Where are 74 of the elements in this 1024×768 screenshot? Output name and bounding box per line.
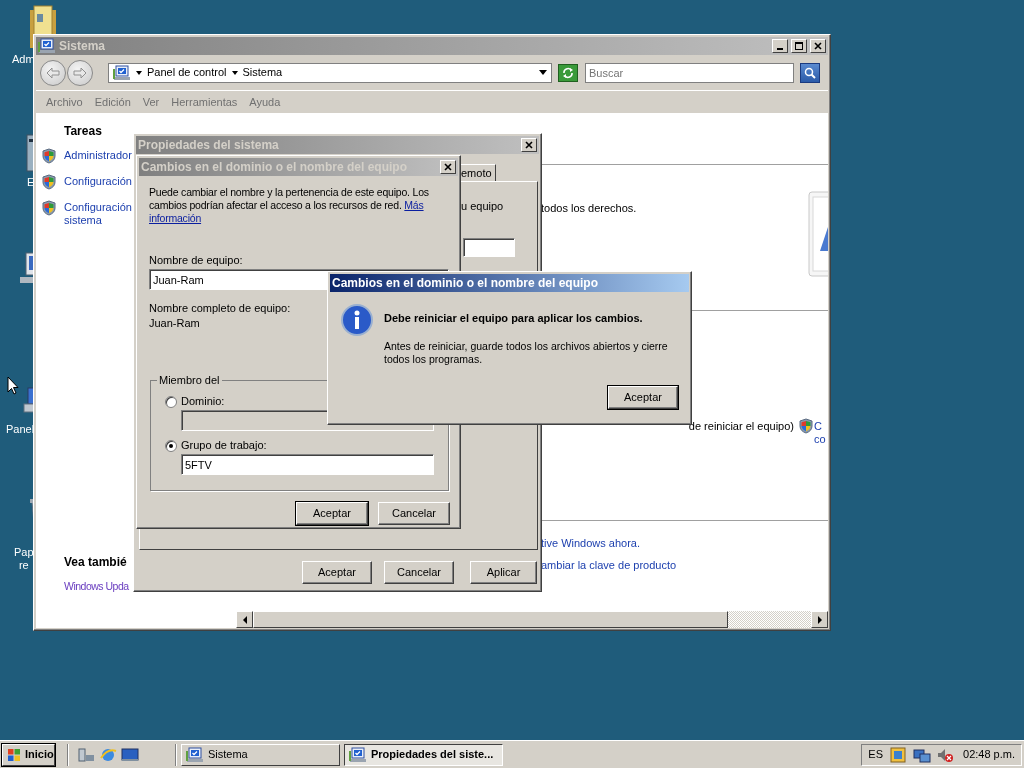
- change-settings-link[interactable]: C co: [814, 420, 826, 446]
- back-button[interactable]: [40, 59, 66, 86]
- horizontal-scrollbar[interactable]: [236, 611, 828, 628]
- description-text: u equipo: [461, 200, 504, 213]
- breadcrumb-item[interactable]: Sistema: [242, 66, 283, 79]
- info-icon: [341, 304, 373, 336]
- minimize-button[interactable]: [772, 39, 788, 53]
- notification-icon[interactable]: [889, 745, 907, 764]
- text-field[interactable]: 5FTV: [181, 454, 434, 475]
- copyright-text: todos los derechos.: [541, 202, 637, 215]
- right-arrow-icon[interactable]: [816, 615, 823, 624]
- taskbar-button[interactable]: Propiedades del siste...: [344, 743, 503, 766]
- windows-logo-icon: [7, 747, 21, 762]
- dialog-button[interactable]: Aceptar: [296, 502, 368, 525]
- dropdown-arrow-icon: [539, 70, 547, 75]
- task-link[interactable]: Configuración: [64, 175, 132, 188]
- description-text: Puede cambiar el nombre y la pertenencia de este equipo. Los cambios podrían afectar el acceso a los recursos de red. Más información: [149, 186, 430, 225]
- taskbar-button[interactable]: Sistema: [181, 743, 340, 766]
- scrollbar-thumb[interactable]: [253, 611, 728, 628]
- left-arrow-icon[interactable]: [241, 615, 248, 624]
- start-button[interactable]: Inicio: [2, 743, 55, 766]
- dialog-button[interactable]: Cancelar: [384, 561, 454, 584]
- activation-link[interactable]: tive Windows ahora.: [541, 537, 641, 550]
- tab[interactable]: emoto: [461, 164, 496, 182]
- mouse-pointer-icon: [7, 376, 19, 396]
- field-label: Nombre de equipo:: [149, 254, 243, 267]
- window-title: Sistema: [59, 39, 107, 53]
- more-info-link[interactable]: información: [149, 212, 202, 224]
- see-also-link[interactable]: Windows Upda: [64, 580, 129, 593]
- message-heading: Debe reiniciar el equipo para aplicar los cambios.: [384, 312, 644, 325]
- scroll-right-button[interactable]: [811, 611, 828, 628]
- group-box-legend: Miembro del: [157, 374, 222, 387]
- search-field[interactable]: Buscar: [585, 62, 794, 83]
- computer-icon: [113, 64, 131, 81]
- dialog-button[interactable]: Aplicar: [470, 561, 537, 584]
- desktop-icon[interactable]: [121, 746, 139, 763]
- desktop-icon-label: Pap re: [14, 546, 34, 572]
- dialog-button[interactable]: Aceptar: [608, 386, 678, 409]
- address-field[interactable]: Panel de control Sistema: [108, 62, 552, 83]
- dialog-button[interactable]: Aceptar: [302, 561, 372, 584]
- message-text: Antes de reiniciar, guarde todos los archivos abiertos y cierre todos los programas.: [384, 340, 669, 366]
- task-link[interactable]: Administrador: [64, 149, 132, 162]
- shield-icon: [41, 148, 57, 164]
- refresh-button[interactable]: [558, 63, 578, 82]
- back-arrow-icon[interactable]: [46, 66, 60, 79]
- radio-button[interactable]: [165, 439, 177, 452]
- full-name-text: Juan-Ram: [149, 317, 200, 330]
- scroll-left-button[interactable]: [236, 611, 253, 628]
- task-link[interactable]: Configuración sistema: [64, 201, 132, 227]
- network-icon[interactable]: [913, 746, 931, 763]
- refresh-icon[interactable]: [562, 66, 574, 79]
- shield-icon: [798, 418, 814, 434]
- window-title: Propiedades del sistema: [138, 138, 280, 152]
- field-label: Nombre completo de equipo:: [149, 302, 291, 315]
- product-key-link[interactable]: ambiar la clave de producto: [541, 559, 677, 572]
- shield-icon: [41, 200, 57, 216]
- radio-label: Dominio:: [181, 395, 225, 408]
- text-field[interactable]: [463, 238, 515, 257]
- shield-icon: [41, 174, 57, 190]
- section-heading: Vea tambié: [64, 556, 127, 569]
- computer-icon: [186, 746, 204, 763]
- desktop-icon-label: E: [27, 176, 35, 189]
- breadcrumb-item[interactable]: Panel de control: [147, 66, 227, 79]
- clock: 02:48 p.m.: [963, 748, 1015, 761]
- section-heading: Tareas: [64, 125, 102, 138]
- more-info-link[interactable]: Más: [404, 199, 424, 211]
- dialog-button[interactable]: Cancelar: [378, 502, 450, 525]
- desktop-icon-label: Panel: [6, 423, 35, 436]
- computer-icon: [349, 746, 367, 763]
- forward-button[interactable]: [67, 59, 93, 86]
- language-indicator[interactable]: ES: [868, 748, 883, 761]
- computer-icon: [38, 38, 56, 54]
- forward-arrow-icon[interactable]: [73, 66, 87, 79]
- radio-label: Grupo de trabajo:: [181, 439, 267, 452]
